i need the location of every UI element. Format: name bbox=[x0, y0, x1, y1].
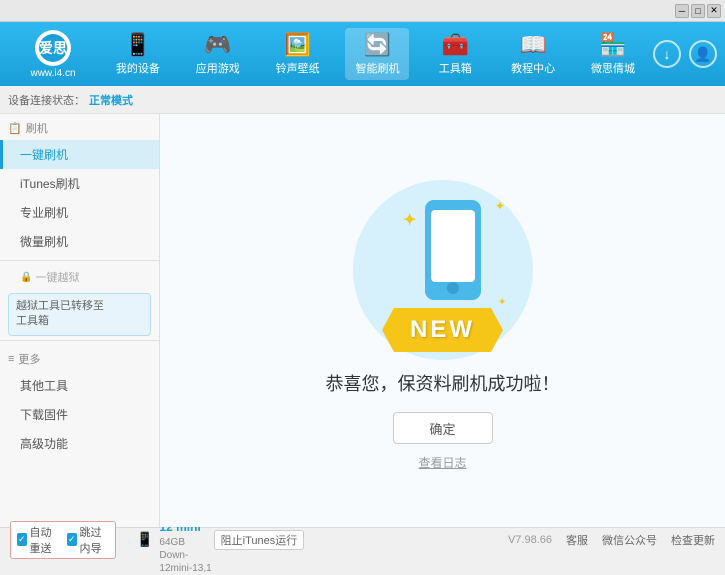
bottom-right: V7.98.66 客服 微信公众号 检查更新 bbox=[508, 532, 715, 548]
logo-inner: 爱思 bbox=[39, 34, 67, 62]
svg-text:✦: ✦ bbox=[495, 199, 505, 213]
smart-flash-icon: 🔄 bbox=[364, 32, 391, 58]
apps-games-icon: 🎮 bbox=[204, 32, 231, 58]
logo-icon: 爱思 bbox=[35, 30, 71, 66]
skip-wizard-label: 跳过内导 bbox=[80, 524, 109, 556]
wechat-link[interactable]: 微信公众号 bbox=[602, 532, 657, 548]
divider-1 bbox=[0, 260, 159, 261]
nav-items: 📱 我的设备 🎮 应用游戏 🖼️ 铃声壁纸 🔄 智能刷机 🧰 工具箱 📖 教程中… bbox=[98, 28, 653, 80]
top-nav: 爱思 www.i4.cn 📱 我的设备 🎮 应用游戏 🖼️ 铃声壁纸 🔄 智能刷… bbox=[0, 22, 725, 86]
divider-2 bbox=[0, 340, 159, 341]
status-value: 正常模式 bbox=[89, 92, 133, 108]
nav-item-smart-flash[interactable]: 🔄 智能刷机 bbox=[345, 28, 409, 80]
minimize-button[interactable]: ─ bbox=[675, 4, 689, 18]
maximize-button[interactable]: □ bbox=[691, 4, 705, 18]
smart-flash-label: 智能刷机 bbox=[355, 60, 399, 76]
stop-itunes-button[interactable]: 阻止iTunes运行 bbox=[214, 530, 305, 550]
auto-reboot-checkbox[interactable]: ✓ 自动重送 bbox=[17, 524, 59, 556]
auto-reboot-check-icon: ✓ bbox=[17, 533, 27, 546]
one-key-flash-label: 一键刷机 bbox=[20, 148, 68, 162]
savedata-flash-label: 微量刷机 bbox=[20, 235, 68, 249]
sidebar-section-flash: 📋 刷机 bbox=[0, 114, 159, 140]
sidebar-item-one-key-flash[interactable]: 一键刷机 bbox=[0, 140, 159, 169]
my-device-icon: 📱 bbox=[124, 32, 151, 58]
device-firmware: Down-12mini-13,1 bbox=[159, 549, 213, 575]
nav-item-tutorial[interactable]: 📖 教程中心 bbox=[501, 28, 565, 80]
device-icon: 📱 bbox=[136, 531, 153, 548]
more-section-icon: ≡ bbox=[8, 353, 14, 365]
logo-area: 爱思 www.i4.cn bbox=[8, 30, 98, 79]
checkbox-group: ✓ 自动重送 ✓ 跳过内导 bbox=[10, 521, 116, 559]
nav-item-apps-games[interactable]: 🎮 应用游戏 bbox=[186, 28, 250, 80]
nav-item-ringtones[interactable]: 🖼️ 铃声壁纸 bbox=[266, 28, 330, 80]
toolbox-icon: 🧰 bbox=[442, 32, 469, 58]
success-message: 恭喜您，保资料刷机成功啦！ bbox=[326, 370, 560, 396]
more-section-label: 更多 bbox=[18, 351, 40, 367]
main-area: 📋 刷机 一键刷机 iTunes刷机 专业刷机 微量刷机 🔒 一键越狱 bbox=[0, 114, 725, 527]
status-bar: 设备连接状态： 正常模式 bbox=[0, 86, 725, 114]
my-device-label: 我的设备 bbox=[116, 60, 160, 76]
sidebar-item-savedata-flash[interactable]: 微量刷机 bbox=[0, 227, 159, 256]
window-controls: ─ □ ✕ bbox=[675, 4, 721, 18]
tutorial-label: 教程中心 bbox=[511, 60, 555, 76]
sidebar-section-jailbreak: 🔒 一键越狱 bbox=[0, 265, 159, 289]
account-button[interactable]: 👤 bbox=[689, 40, 717, 68]
success-text: 恭喜您，保资料刷机成功啦！ bbox=[326, 374, 560, 394]
status-label: 设备连接状态： bbox=[8, 92, 85, 108]
ringtones-icon: 🖼️ bbox=[284, 32, 311, 58]
download-button[interactable]: ↓ bbox=[653, 40, 681, 68]
sidebar-item-pro-flash[interactable]: 专业刷机 bbox=[0, 198, 159, 227]
device-storage: 64GB bbox=[159, 536, 213, 549]
flash-section-icon: 📋 bbox=[8, 122, 22, 135]
apps-games-label: 应用游戏 bbox=[196, 60, 240, 76]
nav-item-toolbox[interactable]: 🧰 工具箱 bbox=[425, 28, 485, 80]
sidebar-section-more: ≡ 更多 bbox=[0, 345, 159, 371]
confirm-button[interactable]: 确定 bbox=[393, 412, 493, 444]
pro-flash-label: 专业刷机 bbox=[20, 206, 68, 220]
logo-text: www.i4.cn bbox=[30, 68, 75, 79]
sidebar: 📋 刷机 一键刷机 iTunes刷机 专业刷机 微量刷机 🔒 一键越狱 bbox=[0, 114, 160, 527]
skip-wizard-check-icon: ✓ bbox=[67, 533, 77, 546]
content-area: ✦ ✦ ✦ NEW 恭喜您，保资料刷机成功啦！ 确定 查看日志 bbox=[160, 114, 725, 527]
ringtones-label: 铃声壁纸 bbox=[276, 60, 320, 76]
nav-right: ↓ 👤 bbox=[653, 40, 717, 68]
svg-text:✦: ✦ bbox=[403, 212, 416, 229]
skip-wizard-checkbox[interactable]: ✓ 跳过内导 bbox=[67, 524, 109, 556]
svg-text:✦: ✦ bbox=[498, 297, 506, 308]
sidebar-item-advanced[interactable]: 高级功能 bbox=[0, 429, 159, 458]
hero-illustration: ✦ ✦ ✦ NEW bbox=[343, 170, 543, 370]
weidian-icon: 🏪 bbox=[599, 32, 626, 58]
again-link[interactable]: 查看日志 bbox=[418, 454, 466, 471]
sidebar-content: 📋 刷机 一键刷机 iTunes刷机 专业刷机 微量刷机 🔒 一键越狱 bbox=[0, 114, 159, 527]
toolbox-label: 工具箱 bbox=[439, 60, 472, 76]
title-bar: ─ □ ✕ bbox=[0, 0, 725, 22]
tutorial-icon: 📖 bbox=[519, 32, 546, 58]
flash-section-label: 刷机 bbox=[26, 120, 48, 136]
nav-item-my-device[interactable]: 📱 我的设备 bbox=[106, 28, 170, 80]
other-tools-label: 其他工具 bbox=[20, 379, 68, 393]
sidebar-item-other-tools[interactable]: 其他工具 bbox=[0, 371, 159, 400]
version-text: V7.98.66 bbox=[508, 534, 552, 546]
jailbreak-label: 一键越狱 bbox=[35, 269, 79, 285]
new-badge: NEW bbox=[382, 308, 503, 352]
sidebar-item-download-firmware[interactable]: 下载固件 bbox=[0, 400, 159, 429]
lock-icon: 🔒 bbox=[20, 272, 32, 283]
auto-reboot-label: 自动重送 bbox=[30, 524, 59, 556]
advanced-label: 高级功能 bbox=[20, 437, 68, 451]
close-button[interactable]: ✕ bbox=[707, 4, 721, 18]
download-firmware-label: 下载固件 bbox=[20, 408, 68, 422]
sidebar-item-itunes-flash[interactable]: iTunes刷机 bbox=[0, 169, 159, 198]
customer-service-link[interactable]: 客服 bbox=[566, 532, 588, 548]
notice-box: 越狱工具已转移至工具箱 bbox=[8, 293, 151, 336]
nav-item-weidian[interactable]: 🏪 微思倩城 bbox=[581, 28, 645, 80]
bottom-bar: ✓ 自动重送 ✓ 跳过内导 📱 iPhone 12 mini 64GB Down… bbox=[0, 527, 725, 551]
check-update-link[interactable]: 检查更新 bbox=[671, 532, 715, 548]
itunes-flash-label: iTunes刷机 bbox=[20, 177, 80, 191]
new-ribbon-container: NEW bbox=[382, 308, 503, 352]
notice-text: 越狱工具已转移至工具箱 bbox=[16, 300, 104, 327]
weidian-label: 微思倩城 bbox=[591, 60, 635, 76]
